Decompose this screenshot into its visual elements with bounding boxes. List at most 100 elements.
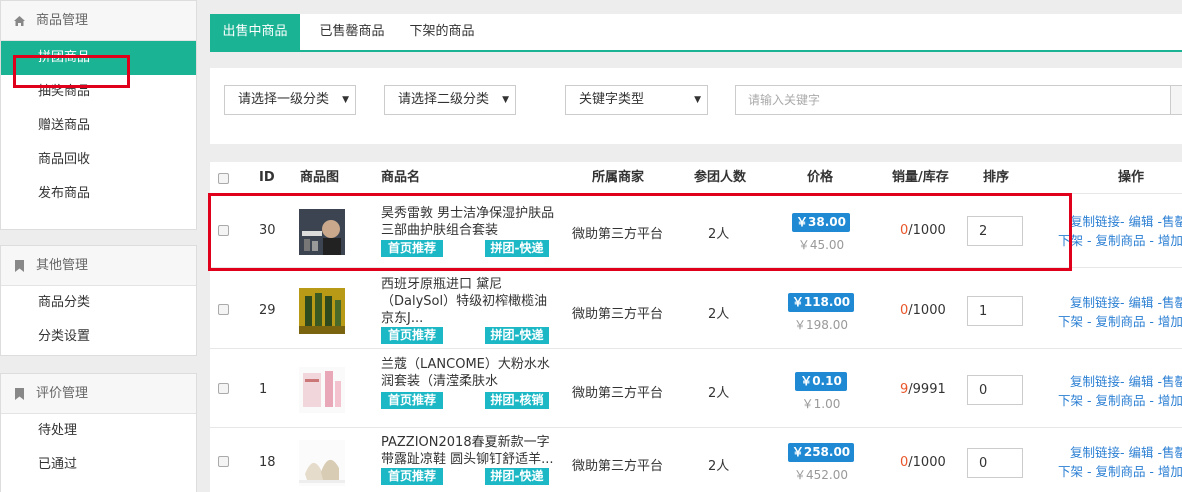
product-thumbnail[interactable] <box>299 367 345 413</box>
header-price: 价格 <box>807 170 834 185</box>
tag-group-type: 拼团-快递 <box>485 240 549 257</box>
select-value: 请选择二级分类 <box>398 92 490 107</box>
bookmark-icon <box>14 246 28 303</box>
product-thumbnail[interactable] <box>299 209 345 255</box>
sales-stock: 9/9991 <box>900 382 946 397</box>
group-price-badge: ￥38.00 <box>792 213 850 232</box>
tag-group-type: 拼团-快递 <box>485 327 549 344</box>
tab-sold-out[interactable]: 已售罄商品 <box>306 14 398 50</box>
table-header: ID 商品图 商品名 所属商家 参团人数 价格 销量/库存 排序 操作 <box>210 162 1182 194</box>
sidebar: 商品管理 拼团商品 抽奖商品 赠送商品 商品回收 发布商品 其他管理 商品分类 … <box>0 0 197 492</box>
sidebar-group-review: 评价管理 待处理 已通过 <box>0 373 197 492</box>
actions-line-1[interactable]: 复制链接- 编辑 -售罄 <box>1058 293 1182 312</box>
actions-line-1[interactable]: 复制链接- 编辑 -售罄 <box>1058 443 1182 462</box>
sidebar-group-title: 其他管理 <box>36 258 89 273</box>
actions-line-2[interactable]: 下架 - 复制商品 - 增加 <box>1058 312 1182 331</box>
sidebar-item-approved[interactable]: 已通过 <box>1 448 196 482</box>
goods-tabs: 出售中商品 已售罄商品 下架的商品 <box>210 14 1182 52</box>
tag-group-type: 拼团-核销 <box>485 392 549 409</box>
stock-count: /1000 <box>908 223 946 238</box>
sidebar-group-header[interactable]: 商品管理 <box>1 1 196 41</box>
sidebar-item-pending[interactable]: 待处理 <box>1 414 196 448</box>
stock-count: /1000 <box>908 303 946 318</box>
row-actions[interactable]: 复制链接- 编辑 -售罄 下架 - 复制商品 - 增加 <box>1058 443 1182 481</box>
tag-home-recommend: 首页推荐 <box>381 240 443 257</box>
row-checkbox[interactable] <box>218 383 229 394</box>
sidebar-group-title: 商品管理 <box>36 13 89 28</box>
header-merchant: 所属商家 <box>592 170 645 185</box>
sidebar-group-header[interactable]: 其他管理 <box>1 246 196 286</box>
select-value: 关键字类型 <box>579 92 645 107</box>
keyword-type-select[interactable]: 关键字类型 ▼ <box>565 85 708 115</box>
product-name[interactable]: PAZZION2018春夏新款一字带露趾凉鞋 圆头铆钉舒适羊... <box>381 434 555 468</box>
product-name[interactable]: 西班牙原瓶进口 黛尼（DalySol）特级初榨橄榄油 京东J... <box>381 276 555 327</box>
row-id: 18 <box>259 455 276 470</box>
row-merchant: 微助第三方平台 <box>572 307 664 322</box>
sidebar-item-category-settings[interactable]: 分类设置 <box>1 320 196 354</box>
row-participants: 2人 <box>708 227 730 242</box>
tab-off-shelf[interactable]: 下架的商品 <box>402 14 482 50</box>
actions-line-1[interactable]: 复制链接- 编辑 -售罄 <box>1058 212 1182 231</box>
sort-input[interactable] <box>967 216 1023 246</box>
sidebar-item-lottery[interactable]: 抽奖商品 <box>1 75 196 109</box>
row-checkbox[interactable] <box>218 304 229 315</box>
tag-home-recommend: 首页推荐 <box>381 327 443 344</box>
row-actions[interactable]: 复制链接- 编辑 -售罄 下架 - 复制商品 - 增加 <box>1058 372 1182 410</box>
original-price: ￥452.00 <box>794 468 848 482</box>
row-checkbox[interactable] <box>218 225 229 236</box>
sidebar-group-other: 其他管理 商品分类 分类设置 <box>0 245 197 356</box>
header-actions: 操作 <box>1118 170 1145 185</box>
sort-input[interactable] <box>967 296 1023 326</box>
caret-down-icon: ▼ <box>502 95 509 105</box>
actions-line-2[interactable]: 下架 - 复制商品 - 增加 <box>1058 391 1182 410</box>
header-image: 商品图 <box>300 170 340 185</box>
sales-stock: 0/1000 <box>900 223 946 238</box>
row-participants: 2人 <box>708 307 730 322</box>
group-price-badge: ￥118.00 <box>788 293 854 312</box>
stock-count: /9991 <box>908 382 946 397</box>
header-sales-stock: 销量/库存 <box>892 170 949 185</box>
home-icon <box>14 1 28 58</box>
row-checkbox[interactable] <box>218 456 229 467</box>
tag-home-recommend: 首页推荐 <box>381 468 443 485</box>
row-merchant: 微助第三方平台 <box>572 459 664 474</box>
original-price: ￥45.00 <box>797 238 845 252</box>
product-name[interactable]: 昊秀雷敦 男士洁净保湿护肤品三部曲护肤组合套装 <box>381 205 555 239</box>
row-merchant: 微助第三方平台 <box>572 386 664 401</box>
product-name[interactable]: 兰蔻（LANCOME）大粉水水润套装（清滢柔肤水400ml+... <box>381 356 555 390</box>
row-id: 30 <box>259 223 276 238</box>
sidebar-item-group-buy[interactable]: 拼团商品 <box>1 41 196 75</box>
actions-line-1[interactable]: 复制链接- 编辑 -售罄 <box>1058 372 1182 391</box>
tab-on-sale[interactable]: 出售中商品 <box>210 14 300 50</box>
row-participants: 2人 <box>708 386 730 401</box>
sidebar-item-category[interactable]: 商品分类 <box>1 286 196 320</box>
category-level2-select[interactable]: 请选择二级分类 ▼ <box>384 85 516 115</box>
keyword-addon[interactable] <box>1170 85 1182 115</box>
sidebar-item-gift[interactable]: 赠送商品 <box>1 109 196 143</box>
product-thumbnail[interactable] <box>299 288 345 334</box>
actions-line-2[interactable]: 下架 - 复制商品 - 增加 <box>1058 462 1182 481</box>
sidebar-item-publish[interactable]: 发布商品 <box>1 177 196 211</box>
actions-line-2[interactable]: 下架 - 复制商品 - 增加 <box>1058 231 1182 250</box>
header-name: 商品名 <box>381 170 421 185</box>
sales-stock: 0/1000 <box>900 455 946 470</box>
table-row: 30 昊秀雷敦 男士洁净保湿护肤品三部曲护肤组合套装 首页推荐 拼团-快递 微助… <box>210 195 1182 268</box>
header-sort: 排序 <box>983 170 1010 185</box>
product-thumbnail[interactable] <box>299 440 345 486</box>
row-actions[interactable]: 复制链接- 编辑 -售罄 下架 - 复制商品 - 增加 <box>1058 293 1182 331</box>
sidebar-group-goods: 商品管理 拼团商品 抽奖商品 赠送商品 商品回收 发布商品 <box>0 0 197 230</box>
category-level1-select[interactable]: 请选择一级分类 ▼ <box>224 85 356 115</box>
sales-stock: 0/1000 <box>900 303 946 318</box>
sidebar-group-header[interactable]: 评价管理 <box>1 374 196 414</box>
sort-input[interactable] <box>967 375 1023 405</box>
original-price: ￥198.00 <box>794 318 848 332</box>
select-value: 请选择一级分类 <box>238 92 330 107</box>
original-price: ￥1.00 <box>801 397 841 411</box>
tag-home-recommend: 首页推荐 <box>381 392 443 409</box>
row-actions[interactable]: 复制链接- 编辑 -售罄 下架 - 复制商品 - 增加 <box>1058 212 1182 250</box>
sidebar-group-title: 评价管理 <box>36 386 89 401</box>
select-all-checkbox[interactable] <box>218 173 229 184</box>
keyword-input[interactable] <box>735 85 1173 115</box>
sort-input[interactable] <box>967 448 1023 478</box>
sidebar-item-recycle[interactable]: 商品回收 <box>1 143 196 177</box>
